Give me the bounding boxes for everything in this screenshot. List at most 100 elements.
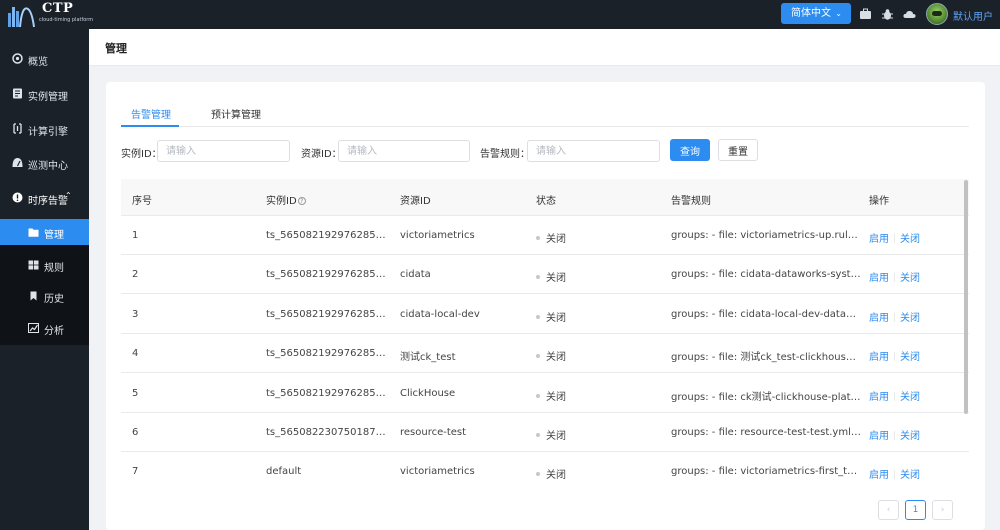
briefcase-icon[interactable] <box>859 8 872 21</box>
chart-icon <box>28 323 39 333</box>
language-select[interactable]: 简体中文 ⌄ <box>781 3 851 24</box>
cell-status: 关闭 <box>536 309 566 324</box>
dashboard-icon <box>12 53 23 64</box>
resource-id-input[interactable] <box>338 140 470 162</box>
cell-resource-id: 测试ck_test <box>400 352 456 364</box>
pagination-page-button[interactable]: 1 <box>905 500 926 520</box>
cell-index: 3 <box>132 308 139 320</box>
sidebar-subitem-rules[interactable]: 规则 <box>0 252 89 278</box>
cell-status: 关闭 <box>536 269 566 284</box>
sidebar-item-alerts[interactable]: 时序告警 ⌃ <box>0 182 89 214</box>
cell-actions: 启用 关闭 <box>869 427 920 442</box>
status-text: 关闭 <box>546 234 566 245</box>
disable-link[interactable]: 关闭 <box>900 352 920 363</box>
table-row: 3 ts_5650821929762856... cidata-local-dev 关… <box>121 295 969 334</box>
column-header-alert-rule: 告警规则 <box>671 196 711 207</box>
sidebar-subitem-label: 规则 <box>44 263 64 274</box>
sidebar-subitem-history[interactable]: 历史 <box>0 283 89 309</box>
folder-icon <box>28 228 39 237</box>
instance-id-label: 实例ID： <box>121 149 162 160</box>
query-button[interactable]: 查询 <box>670 139 710 161</box>
avatar[interactable] <box>926 3 948 25</box>
tab-bar: 告警管理 预计算管理 <box>121 102 969 127</box>
enable-link[interactable]: 启用 <box>869 392 889 403</box>
sidebar-item-label: 计算引擎 <box>28 127 68 138</box>
table-row: 5 ts_5650821929762856... ClickHouse 关闭 group… <box>121 374 969 413</box>
pagination-prev-button[interactable]: ‹ <box>878 500 899 520</box>
status-dot-icon <box>536 275 540 280</box>
cell-alert-rule: groups: - file: victoriametrics-first_te… <box>671 466 861 478</box>
app-logo[interactable]: CTP cloud-timing platform <box>6 0 96 29</box>
help-icon[interactable]: ? <box>297 197 306 205</box>
action-divider <box>894 431 895 440</box>
alert-icon <box>12 192 23 203</box>
reset-button[interactable]: 重置 <box>718 139 758 161</box>
cell-index: 5 <box>132 387 139 399</box>
cell-status: 关闭 <box>536 427 566 442</box>
cell-index: 4 <box>132 348 139 360</box>
sidebar-subitem-analysis[interactable]: 分析 <box>0 315 89 341</box>
content-card: 告警管理 预计算管理 实例ID： 资源ID： 告警规则： 查询 重置 序号 实例… <box>106 82 985 530</box>
status-dot-icon <box>536 472 540 477</box>
disable-link[interactable]: 关闭 <box>900 392 920 403</box>
table-row: 2 ts_5650821929762856... cidata 关闭 groups: -… <box>121 255 969 295</box>
table-row: 1 ts_5650821929762856... victoriametrics 关闭… <box>121 216 969 255</box>
action-divider <box>894 352 895 362</box>
cell-status: 关闭 <box>536 230 566 245</box>
disable-link[interactable]: 关闭 <box>900 313 920 324</box>
sidebar-subitem-manage[interactable]: 管理 <box>0 219 89 245</box>
enable-link[interactable]: 启用 <box>869 470 889 479</box>
sidebar-item-compute[interactable]: 计算引擎 <box>0 113 89 145</box>
cell-instance-id: ts_5650821929762856... <box>266 308 391 320</box>
enable-link[interactable]: 启用 <box>869 273 889 284</box>
action-divider <box>894 312 895 322</box>
disable-link[interactable]: 关闭 <box>900 234 920 245</box>
tab-alert-management[interactable]: 告警管理 <box>131 106 171 121</box>
enable-link[interactable]: 启用 <box>869 234 889 245</box>
bookmark-icon <box>30 291 37 301</box>
cell-index: 7 <box>132 466 139 478</box>
disable-link[interactable]: 关闭 <box>900 470 920 479</box>
cell-index: 2 <box>132 269 139 281</box>
status-text: 关闭 <box>546 391 566 403</box>
tab-active-indicator <box>121 125 179 127</box>
column-header-status: 状态 <box>536 196 556 207</box>
status-text: 关闭 <box>546 470 566 479</box>
cell-alert-rule: groups: - file: 测试ck_test-clickhouse-p..… <box>671 352 861 364</box>
table-scrollbar[interactable] <box>964 180 968 414</box>
cell-actions: 启用 关闭 <box>869 309 920 324</box>
sidebar-item-label: 实例管理 <box>28 92 68 103</box>
instance-id-input[interactable] <box>157 140 290 162</box>
alert-rule-input[interactable] <box>527 140 660 162</box>
column-header-resource-id: 资源ID <box>400 196 431 207</box>
sidebar-item-overview[interactable]: 概览 <box>0 43 89 75</box>
cell-actions: 启用 关闭 <box>869 230 920 245</box>
disable-link[interactable]: 关闭 <box>900 431 920 442</box>
status-dot-icon <box>536 236 540 240</box>
status-dot-icon <box>536 314 540 319</box>
cell-alert-rule: groups: - file: ck测试-clickhouse-platfo..… <box>671 391 861 403</box>
bug-icon[interactable] <box>881 8 894 21</box>
cell-instance-id: default <box>266 466 302 478</box>
cell-resource-id: resource-test <box>400 427 467 438</box>
disable-link[interactable]: 关闭 <box>900 273 920 284</box>
sidebar-item-instances[interactable]: 实例管理 <box>0 78 89 110</box>
username[interactable]: 默认用户 <box>953 8 993 23</box>
cell-alert-rule: groups: - file: cidata-local-dev-datawor… <box>671 308 861 320</box>
cloud-icon[interactable] <box>903 8 916 21</box>
cell-resource-id: victoriametrics <box>400 466 475 478</box>
instance-icon <box>13 88 22 99</box>
cell-alert-rule: groups: - file: resource-test-test.yml n… <box>671 427 861 438</box>
tab-precompute-management[interactable]: 预计算管理 <box>211 106 261 121</box>
table-row: 6 ts_5650822307501875... resource-test 关闭 gr… <box>121 413 969 452</box>
enable-link[interactable]: 启用 <box>869 313 889 324</box>
chevron-up-icon: ⌃ <box>65 191 72 200</box>
cell-instance-id: ts_5650821929762856... <box>266 348 391 360</box>
logo-subtitle: cloud-timing platform <box>39 17 94 23</box>
enable-link[interactable]: 启用 <box>869 431 889 442</box>
enable-link[interactable]: 启用 <box>869 352 889 363</box>
alerts-table: 序号 实例ID? 资源ID 状态 告警规则 操作 1 ts_56508219297… <box>121 179 969 479</box>
page-header: 管理 <box>89 29 1000 66</box>
sidebar-item-inspect[interactable]: 巡测中心 <box>0 147 89 179</box>
pagination-next-button[interactable]: › <box>932 500 953 520</box>
